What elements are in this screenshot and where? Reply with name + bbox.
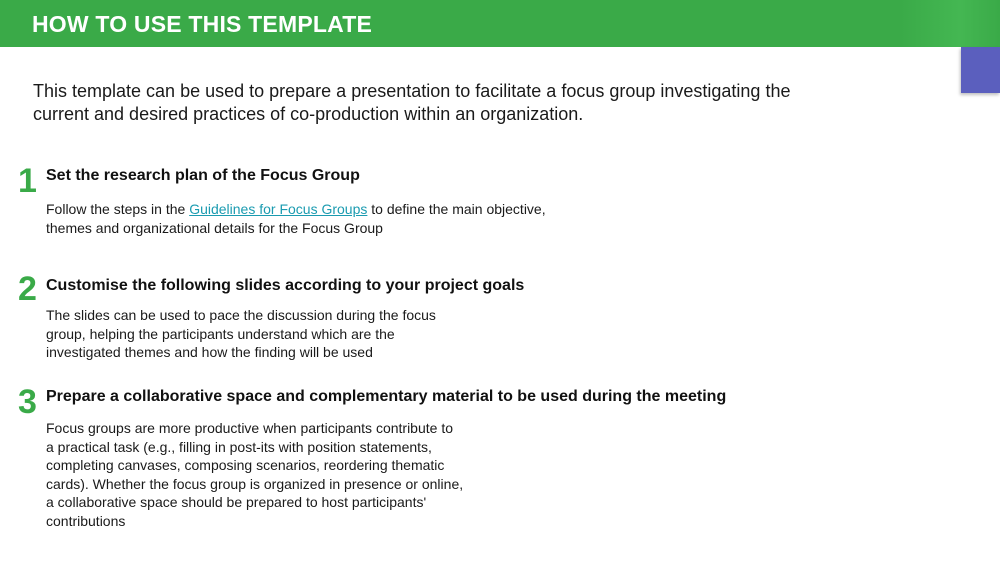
step-body-text: Follow the steps in the xyxy=(46,201,190,217)
step-body-line: a practical task (e.g., filling in post-… xyxy=(46,438,432,455)
intro-line: current and desired practices of co-prod… xyxy=(33,104,584,124)
step-body-line: completing canvases, composing scenarios… xyxy=(46,457,445,474)
corner-tab xyxy=(961,47,1000,93)
step-title-2: Customise the following slides according… xyxy=(46,277,525,294)
step-body-line: The slides can be used to pace the discu… xyxy=(46,307,436,323)
step-body-2: The slides can be used to pace the discu… xyxy=(46,306,436,362)
step-body-line: Focus groups are more productive when pa… xyxy=(46,420,453,436)
step-number-1: 1 xyxy=(18,162,37,200)
step-title-1: Set the research plan of the Focus Group xyxy=(46,167,360,184)
header-bar: HOW TO USE THIS TEMPLATE xyxy=(0,0,1000,47)
step-body-line: investigated themes and how the finding … xyxy=(46,344,373,361)
step-body-line: contributions xyxy=(46,512,126,529)
step-title-3: Prepare a collaborative space and comple… xyxy=(46,388,727,405)
intro-paragraph: This template can be used to prepare a p… xyxy=(33,80,863,126)
step-body-line: a collaborative space should be prepared… xyxy=(46,494,427,511)
guidelines-link[interactable]: Guidelines for Focus Groups xyxy=(189,201,367,217)
step-body-line: themes and organizational details for th… xyxy=(46,219,383,236)
step-body-line: cards). Whether the focus group is organ… xyxy=(46,475,464,492)
intro-line: This template can be used to prepare a p… xyxy=(33,81,791,101)
step-number-3: 3 xyxy=(18,383,37,421)
page-title: HOW TO USE THIS TEMPLATE xyxy=(32,11,373,37)
step-body-line: group, helping the participants understa… xyxy=(46,325,395,342)
step-body-text: to define the main objective, xyxy=(367,201,546,217)
step-body-1: Follow the steps in the Guidelines for F… xyxy=(46,200,546,237)
step-body-line: Follow the steps in the Guidelines for F… xyxy=(46,200,546,219)
step-body-3: Focus groups are more productive when pa… xyxy=(46,419,463,531)
step-number-2: 2 xyxy=(18,270,37,308)
